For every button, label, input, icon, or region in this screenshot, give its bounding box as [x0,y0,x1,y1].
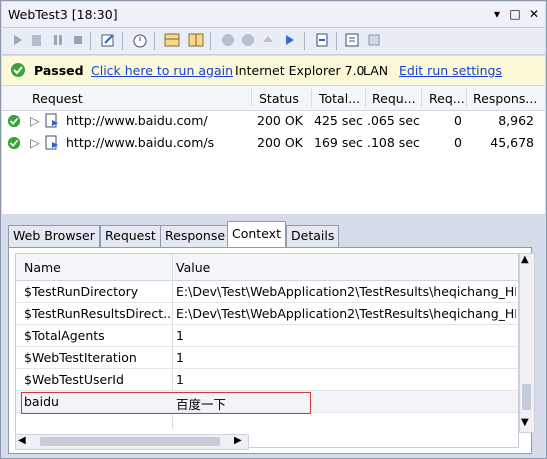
webtest-window: WebTest3 [18:30] ▾ □ ✕ Passed Click here… [0,0,547,459]
request-req: 0 [454,135,462,150]
context-value: 1 [176,372,184,387]
expand-arrow-icon[interactable]: ▷ [30,135,40,150]
passed-check-icon [11,63,25,77]
context-value: 1 [176,328,184,343]
passed-check-icon [7,136,21,150]
export-icon[interactable] [314,32,330,48]
toolbar-separator [122,32,123,50]
generate-code-icon[interactable] [344,32,360,48]
window-title: WebTest3 [18:30] [8,7,118,22]
request-url: http://www.baidu.com/ [66,113,208,128]
toolbar-separator [304,32,305,50]
maximize-icon[interactable]: □ [508,7,522,21]
details-tab-area: Web Browser Request Response Context Det… [2,215,545,457]
edit-icon[interactable] [100,32,116,48]
expand-arrow-icon[interactable]: ▷ [30,113,40,128]
request-requ: .065 sec [367,113,420,128]
scrollbar-thumb[interactable] [522,384,531,410]
request-total: 169 sec [314,135,363,150]
edit-run-settings-link[interactable]: Edit run settings [399,63,502,78]
status-bar: Passed Click here to run again Internet … [2,56,545,86]
table-row[interactable]: ▷ http://www.baidu.com/ 200 OK 425 sec .… [2,110,545,132]
context-panel: Name Value $TestRunDirectory E:\Dev\Test… [8,247,535,454]
title-bar: WebTest3 [18:30] ▾ □ ✕ [2,2,545,28]
request-page-icon [45,113,58,128]
context-name: $WebTestIteration [24,350,137,365]
request-status: 200 OK [257,113,303,128]
context-name: $WebTestUserId [24,372,124,387]
network-label: LAN [363,63,389,78]
move-up-icon[interactable] [260,32,276,48]
toolbar [2,28,545,55]
table-row[interactable]: ▷ http://www.baidu.com/s 200 OK 169 sec … [2,132,545,154]
context-name: $TestRunResultsDirect... [24,306,172,321]
request-status: 200 OK [257,135,303,150]
request-url: http://www.baidu.com/s [66,135,215,150]
scroll-down-icon[interactable]: ▼ [521,417,529,428]
requests-grid: Request Status Total... Requ... Req... R… [2,86,545,214]
context-value: 1 [176,350,184,365]
toolbar-separator [154,32,155,50]
table-row[interactable]: $WebTestUserId 1 [16,369,518,391]
col-req[interactable]: Req... [429,91,465,106]
context-header: Name Value [16,254,518,281]
scroll-right-icon[interactable]: ▶ [234,435,242,446]
table-row[interactable]: $TestRunDirectory E:\Dev\Test\WebApplica… [16,281,518,303]
layout-split-icon[interactable] [164,32,180,48]
request-response: 45,678 [490,135,534,150]
context-name: $TestRunDirectory [24,284,139,299]
toolbar-separator [210,32,211,50]
add-request-icon[interactable] [240,32,256,48]
table-row[interactable]: $TotalAgents 1 [16,325,518,347]
scroll-up-icon[interactable]: ▲ [521,254,529,265]
col-request[interactable]: Request [32,91,83,106]
scrollbar-thumb[interactable] [40,437,220,446]
move-right-icon[interactable] [282,32,298,48]
horizontal-scrollbar[interactable]: ◀ ▶ [15,434,249,450]
request-total: 425 sec [314,113,363,128]
context-grid: Name Value $TestRunDirectory E:\Dev\Test… [15,253,519,448]
test-result: Passed [34,63,84,78]
tab-web-browser[interactable]: Web Browser [8,225,100,247]
col-status[interactable]: Status [259,91,299,106]
context-value: E:\Dev\Test\WebApplication2\TestResults\… [176,306,516,321]
request-req: 0 [454,113,462,128]
request-requ: .108 sec [367,135,420,150]
close-icon[interactable]: ✕ [527,7,541,21]
passed-check-icon [7,114,21,128]
toolbar-separator [90,32,91,50]
tab-details[interactable]: Details [286,225,340,247]
browser-label: Internet Explorer 7.0 [235,63,365,78]
table-row[interactable]: $TestRunResultsDirect... E:\Dev\Test\Web… [16,303,518,325]
stop-icon[interactable] [70,32,86,48]
request-response: 8,962 [498,113,534,128]
col-total[interactable]: Total... [319,91,360,106]
context-name: $TotalAgents [24,328,105,343]
pause-icon[interactable] [50,32,66,48]
highlight-box [21,392,311,414]
toolbar-separator [336,32,337,50]
context-value: E:\Dev\Test\WebApplication2\TestResults\… [176,284,516,299]
delete-request-icon[interactable] [220,32,236,48]
col-requ[interactable]: Requ... [372,91,416,106]
run-icon[interactable] [10,32,26,48]
request-page-icon [45,135,58,150]
run-again-link[interactable]: Click here to run again [91,63,233,78]
tab-response[interactable]: Response [160,225,231,247]
tab-request[interactable]: Request [100,225,161,247]
col-response[interactable]: Respons... [473,91,537,106]
col-value[interactable]: Value [176,260,210,275]
vertical-scrollbar[interactable]: ▲ ▼ [519,253,535,433]
parameterize-icon[interactable] [366,32,382,48]
dropdown-arrow-icon[interactable]: ▾ [490,7,504,21]
tab-context[interactable]: Context [227,221,286,248]
timer-icon[interactable] [132,32,148,48]
col-name[interactable]: Name [24,260,61,275]
step-icon[interactable] [29,32,45,48]
layout-panel-icon[interactable] [188,32,204,48]
table-row[interactable]: $WebTestIteration 1 [16,347,518,369]
requests-header: Request Status Total... Requ... Req... R… [2,86,545,111]
scroll-left-icon[interactable]: ◀ [18,435,26,446]
